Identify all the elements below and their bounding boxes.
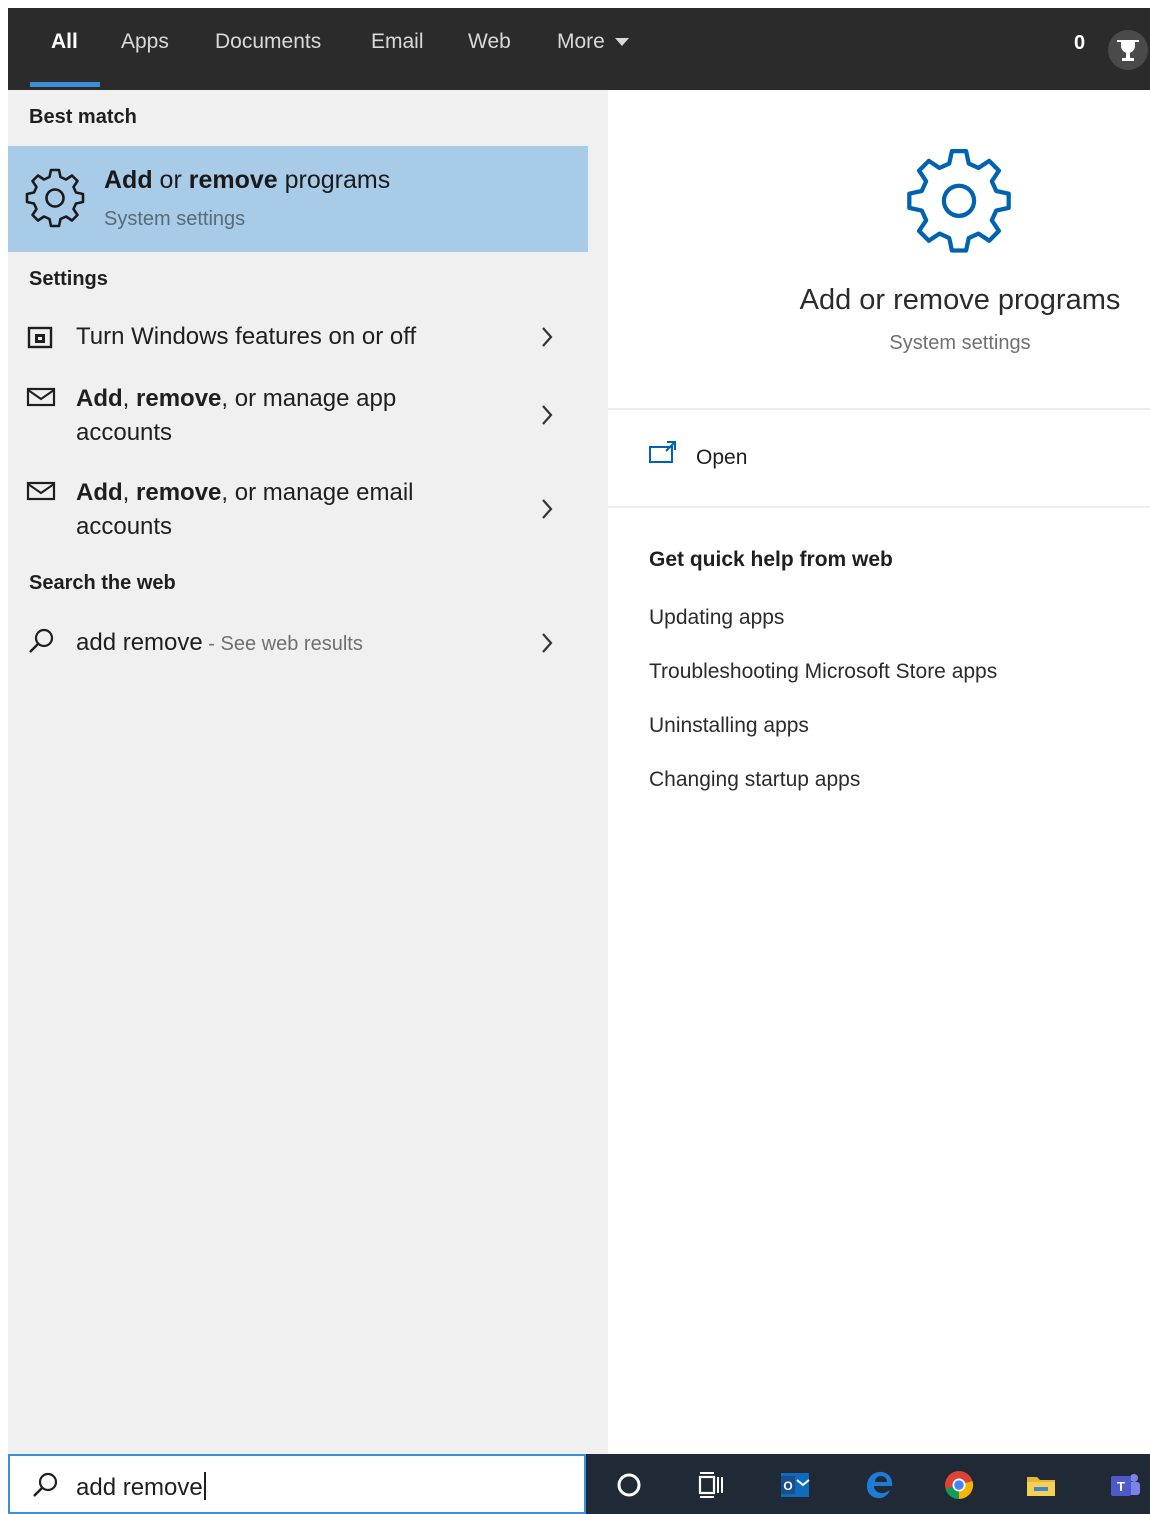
chrome-icon[interactable] xyxy=(942,1468,976,1502)
best-match-item[interactable]: Add or remove programs System settings xyxy=(8,146,588,252)
best-match-title-or: or xyxy=(152,166,189,194)
teams-icon[interactable]: T xyxy=(1108,1468,1142,1502)
chevron-down-icon xyxy=(614,38,629,47)
trophy-icon[interactable] xyxy=(1108,30,1148,70)
label-bold-remove: remove xyxy=(136,479,222,506)
tab-web[interactable]: Web xyxy=(468,30,511,54)
mail-icon xyxy=(26,387,56,407)
preview-subtitle: System settings xyxy=(889,332,1031,354)
settings-item-label: Add, remove, or manage app accounts xyxy=(76,382,456,450)
window-edge xyxy=(0,0,8,1514)
search-box[interactable]: add remove xyxy=(8,1454,586,1514)
tab-all[interactable]: All xyxy=(51,30,78,54)
mail-icon xyxy=(26,481,56,501)
web-sep: - xyxy=(202,633,221,655)
best-match-title: Add or remove programs xyxy=(104,166,390,195)
search-input[interactable]: add remove xyxy=(76,1472,206,1502)
open-button[interactable]: Open xyxy=(696,446,747,470)
help-link-troubleshooting[interactable]: Troubleshooting Microsoft Store apps xyxy=(649,660,997,684)
gear-icon xyxy=(907,148,1011,253)
web-search-label: add remove - See web results xyxy=(76,626,526,661)
tab-email[interactable]: Email xyxy=(371,30,424,54)
windows-features-icon xyxy=(27,326,53,349)
web-query: add remove xyxy=(76,629,203,656)
help-link-updating-apps[interactable]: Updating apps xyxy=(649,606,784,630)
search-web-heading: Search the web xyxy=(29,572,176,594)
active-tab-indicator xyxy=(30,82,100,87)
chevron-right-icon[interactable] xyxy=(538,400,556,430)
label-bold-add: Add xyxy=(76,479,123,506)
web-search-item[interactable]: add remove - See web results xyxy=(8,620,588,666)
tab-more[interactable]: More xyxy=(557,30,629,54)
chevron-right-icon[interactable] xyxy=(538,494,556,524)
label-bold-remove: remove xyxy=(136,385,222,412)
filter-tab-bar: All Apps Documents Email Web More 0 xyxy=(8,8,1150,90)
file-explorer-icon[interactable] xyxy=(1024,1468,1058,1502)
settings-item-windows-features[interactable]: Turn Windows features on or off xyxy=(8,312,588,362)
preview-pane: Add or remove programs System settings O… xyxy=(608,108,1150,1454)
svg-text:T: T xyxy=(1117,1479,1125,1494)
settings-item-manage-email-accounts[interactable]: Add, remove, or manage email accounts xyxy=(8,472,588,542)
svg-text:O: O xyxy=(783,1479,792,1493)
divider xyxy=(608,408,1150,410)
preview-title: Add or remove programs xyxy=(799,284,1121,316)
settings-item-label: Turn Windows features on or off xyxy=(76,323,417,350)
start-search-window: All Apps Documents Email Web More 0 Best… xyxy=(0,0,1150,1514)
text-caret xyxy=(203,1472,206,1500)
help-link-uninstalling[interactable]: Uninstalling apps xyxy=(649,714,809,738)
divider xyxy=(608,506,1150,508)
search-icon xyxy=(33,1472,58,1497)
best-match-title-remove: remove xyxy=(188,166,278,194)
help-link-startup-apps[interactable]: Changing startup apps xyxy=(649,768,860,792)
edge-icon[interactable] xyxy=(862,1468,896,1502)
best-match-heading: Best match xyxy=(29,106,137,128)
rewards-points: 0 xyxy=(1074,32,1086,54)
settings-item-label: Add, remove, or manage email accounts xyxy=(76,476,456,544)
best-match-subtitle: System settings xyxy=(104,208,246,230)
search-icon xyxy=(29,628,54,653)
quick-help-heading: Get quick help from web xyxy=(649,548,893,571)
web-see-results: See web results xyxy=(220,633,363,655)
outlook-icon[interactable]: O xyxy=(778,1468,812,1502)
cortana-icon[interactable] xyxy=(612,1468,646,1502)
chevron-right-icon[interactable] xyxy=(538,322,556,352)
open-icon[interactable] xyxy=(648,440,678,466)
taskbar: O T xyxy=(586,1454,1150,1514)
chevron-right-icon[interactable] xyxy=(538,628,556,658)
gear-icon xyxy=(25,168,85,228)
tab-documents[interactable]: Documents xyxy=(215,30,321,54)
search-value: add remove xyxy=(76,1474,203,1501)
results-list: Best match Add or remove programs System… xyxy=(8,90,608,1454)
settings-item-manage-app-accounts[interactable]: Add, remove, or manage app accounts xyxy=(8,378,588,448)
label-sep: , xyxy=(122,385,136,412)
best-match-title-add: Add xyxy=(104,166,153,194)
label-sep: , xyxy=(122,479,136,506)
settings-heading: Settings xyxy=(29,268,108,290)
task-view-icon[interactable] xyxy=(694,1468,728,1502)
best-match-title-programs: programs xyxy=(277,166,391,194)
label-bold-add: Add xyxy=(76,385,123,412)
tab-apps[interactable]: Apps xyxy=(121,30,169,54)
tab-more-label: More xyxy=(557,30,605,53)
